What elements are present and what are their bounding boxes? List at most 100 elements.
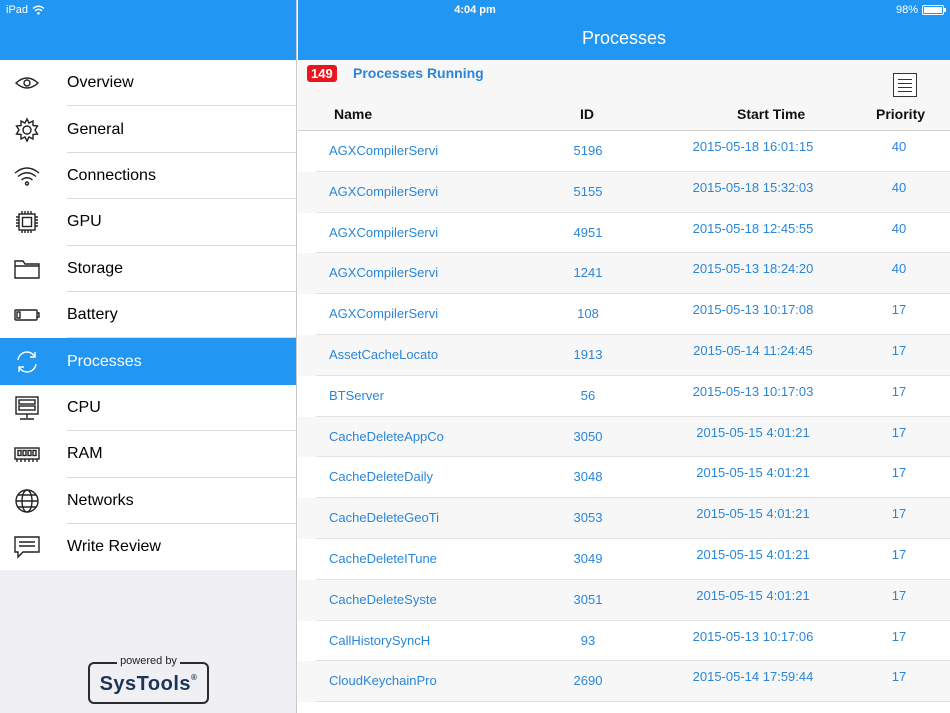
process-start-time: 2015-05-18 12:45:55 — [692, 220, 814, 236]
table-row[interactable]: AGXCompilerServi 4951 2015-05-18 12:45:55 4… — [298, 213, 950, 254]
process-id: 56 — [580, 387, 596, 403]
process-id: 1913 — [573, 346, 603, 362]
process-id: 3049 — [573, 550, 603, 566]
cpu-icon — [12, 393, 42, 423]
process-name: CacheDeleteGeoTi — [329, 510, 440, 526]
chip-icon — [12, 207, 42, 237]
sidebar-item-battery[interactable]: Battery — [0, 292, 296, 339]
sidebar-item-cpu[interactable]: CPU — [0, 385, 296, 432]
table-row[interactable]: CacheDeleteGeoTi 3053 2015-05-15 4:01:21 17 — [298, 498, 950, 539]
sidebar-item-label: GPU — [67, 213, 102, 231]
comment-icon — [12, 532, 42, 562]
battery-percent: 98% — [895, 4, 918, 16]
process-id: 4951 — [573, 224, 603, 240]
battery-icon — [12, 300, 42, 330]
eye-icon — [12, 68, 42, 98]
table-row[interactable]: AGXCompilerServi 1241 2015-05-13 18:24:20 4… — [298, 253, 950, 295]
sidebar-item-label: General — [67, 120, 124, 138]
process-id: 93 — [580, 632, 596, 648]
process-id: 1241 — [573, 265, 603, 281]
powered-by-label: powered by — [117, 655, 180, 667]
table-row[interactable]: AGXCompilerServi 5196 2015-05-18 16:01:15 4… — [298, 131, 950, 172]
table-row[interactable]: AGXCompilerServi 5155 2015-05-18 15:32:03 4… — [298, 171, 950, 213]
table-row[interactable]: CacheDeleteITune 3049 2015-05-15 4:01:21 17 — [298, 539, 950, 580]
process-priority: 17 — [891, 424, 907, 440]
process-start-time: 2015-05-15 4:01:21 — [696, 587, 810, 603]
process-name: CacheDeleteITune — [329, 550, 437, 566]
process-priority: 40 — [891, 179, 907, 195]
main-panel: Processes 149 Processes Running Name ID … — [298, 0, 950, 713]
process-priority: 17 — [891, 342, 907, 358]
process-name: AGXCompilerServi — [329, 183, 439, 199]
gear-icon — [12, 115, 42, 145]
sidebar-item-label: Connections — [67, 166, 156, 184]
process-id: 5155 — [573, 183, 603, 199]
sidebar-menu: Overview General Connections GPU Storage… — [0, 60, 296, 571]
table-row[interactable]: CacheDeleteAppCo 3050 2015-05-15 4:01:21 17 — [298, 416, 950, 458]
column-header-priority[interactable]: Priority — [876, 106, 925, 122]
table-row[interactable]: CacheDeleteDaily 3048 2015-05-15 4:01:21 17 — [298, 457, 950, 498]
process-priority: 17 — [891, 506, 907, 522]
process-priority: 17 — [891, 669, 907, 685]
sidebar-item-storage[interactable]: Storage — [0, 246, 296, 293]
process-priority: 17 — [891, 628, 907, 644]
table-row[interactable]: AssetCacheLocato 1913 2015-05-14 11:24:45 1… — [298, 334, 950, 376]
sidebar-item-label: Battery — [67, 306, 118, 324]
process-start-time: 2015-05-15 4:01:21 — [696, 465, 810, 481]
process-name: AGXCompilerServi — [329, 265, 439, 281]
battery-status: 98% — [895, 4, 946, 16]
process-name: CloudKeychainPro — [329, 673, 437, 689]
process-start-time: 2015-05-14 17:59:44 — [692, 669, 814, 685]
process-id: 5196 — [573, 143, 603, 158]
column-header-id[interactable]: ID — [580, 106, 594, 122]
process-id: 3053 — [573, 510, 603, 526]
powered-by-logo: powered by SysTools® — [88, 655, 209, 704]
sidebar-item-label: CPU — [67, 398, 101, 416]
column-header-start-time[interactable]: Start Time — [737, 106, 805, 122]
wifi-icon — [12, 161, 42, 191]
process-name: AGXCompilerServi — [329, 306, 439, 322]
process-count-badge: 149 — [307, 65, 337, 82]
battery-indicator-icon — [922, 5, 946, 15]
page-title: Processes — [581, 28, 667, 48]
process-priority: 17 — [891, 465, 907, 481]
column-header-name[interactable]: Name — [334, 106, 372, 122]
process-id: 3051 — [573, 591, 603, 607]
table-row[interactable]: AGXCompilerServi 108 2015-05-13 10:17:08 17 — [298, 294, 950, 335]
sidebar-item-processes[interactable]: Processes — [0, 338, 296, 385]
process-start-time: 2015-05-13 18:24:20 — [692, 261, 814, 277]
process-name: CacheDeleteSyste — [329, 591, 437, 607]
sidebar-item-networks[interactable]: Networks — [0, 478, 296, 525]
process-table: AGXCompilerServi 5196 2015-05-18 16:01:15 4… — [298, 131, 950, 703]
process-name: CallHistorySyncH — [329, 632, 431, 648]
process-id: 3048 — [573, 469, 603, 485]
brand-text: SysTools — [99, 673, 192, 695]
process-start-time: 2015-05-14 11:24:45 — [693, 342, 813, 358]
process-start-time: 2015-05-13 10:17:08 — [692, 302, 814, 318]
process-priority: 17 — [891, 587, 907, 603]
sidebar-item-write-review[interactable]: Write Review — [0, 524, 296, 570]
processes-running-label: Processes Running — [353, 65, 484, 81]
process-id: 3050 — [573, 428, 603, 444]
table-row[interactable]: CloudKeychainPro 2690 2015-05-14 17:59:44 1… — [298, 661, 950, 703]
globe-icon — [12, 486, 42, 516]
brand-name: SysTools® — [90, 673, 207, 696]
sidebar-item-label: Overview — [67, 74, 134, 92]
sidebar-item-connections[interactable]: Connections — [0, 153, 296, 200]
process-start-time: 2015-05-18 16:01:15 — [692, 139, 814, 154]
process-id: 2690 — [573, 673, 603, 689]
sidebar-item-overview[interactable]: Overview — [0, 60, 296, 107]
sidebar-item-general[interactable]: General — [0, 106, 296, 154]
folder-icon — [12, 254, 42, 284]
table-row[interactable]: CallHistorySyncH 93 2015-05-13 10:17:06 17 — [298, 621, 950, 662]
list-line-icon — [898, 90, 912, 92]
list-view-button[interactable] — [893, 73, 917, 97]
ram-icon — [12, 439, 42, 469]
sidebar-item-ram[interactable]: RAM — [0, 431, 296, 478]
table-row[interactable]: CacheDeleteSyste 3051 2015-05-15 4:01:21 17 — [298, 579, 950, 621]
process-start-time: 2015-05-13 10:17:03 — [692, 383, 814, 399]
table-row[interactable]: BTServer 56 2015-05-13 10:17:03 17 — [298, 376, 950, 417]
sidebar-item-gpu[interactable]: GPU — [0, 199, 296, 246]
sidebar-item-label: Storage — [67, 259, 124, 277]
process-start-time: 2015-05-13 10:17:06 — [692, 628, 814, 644]
